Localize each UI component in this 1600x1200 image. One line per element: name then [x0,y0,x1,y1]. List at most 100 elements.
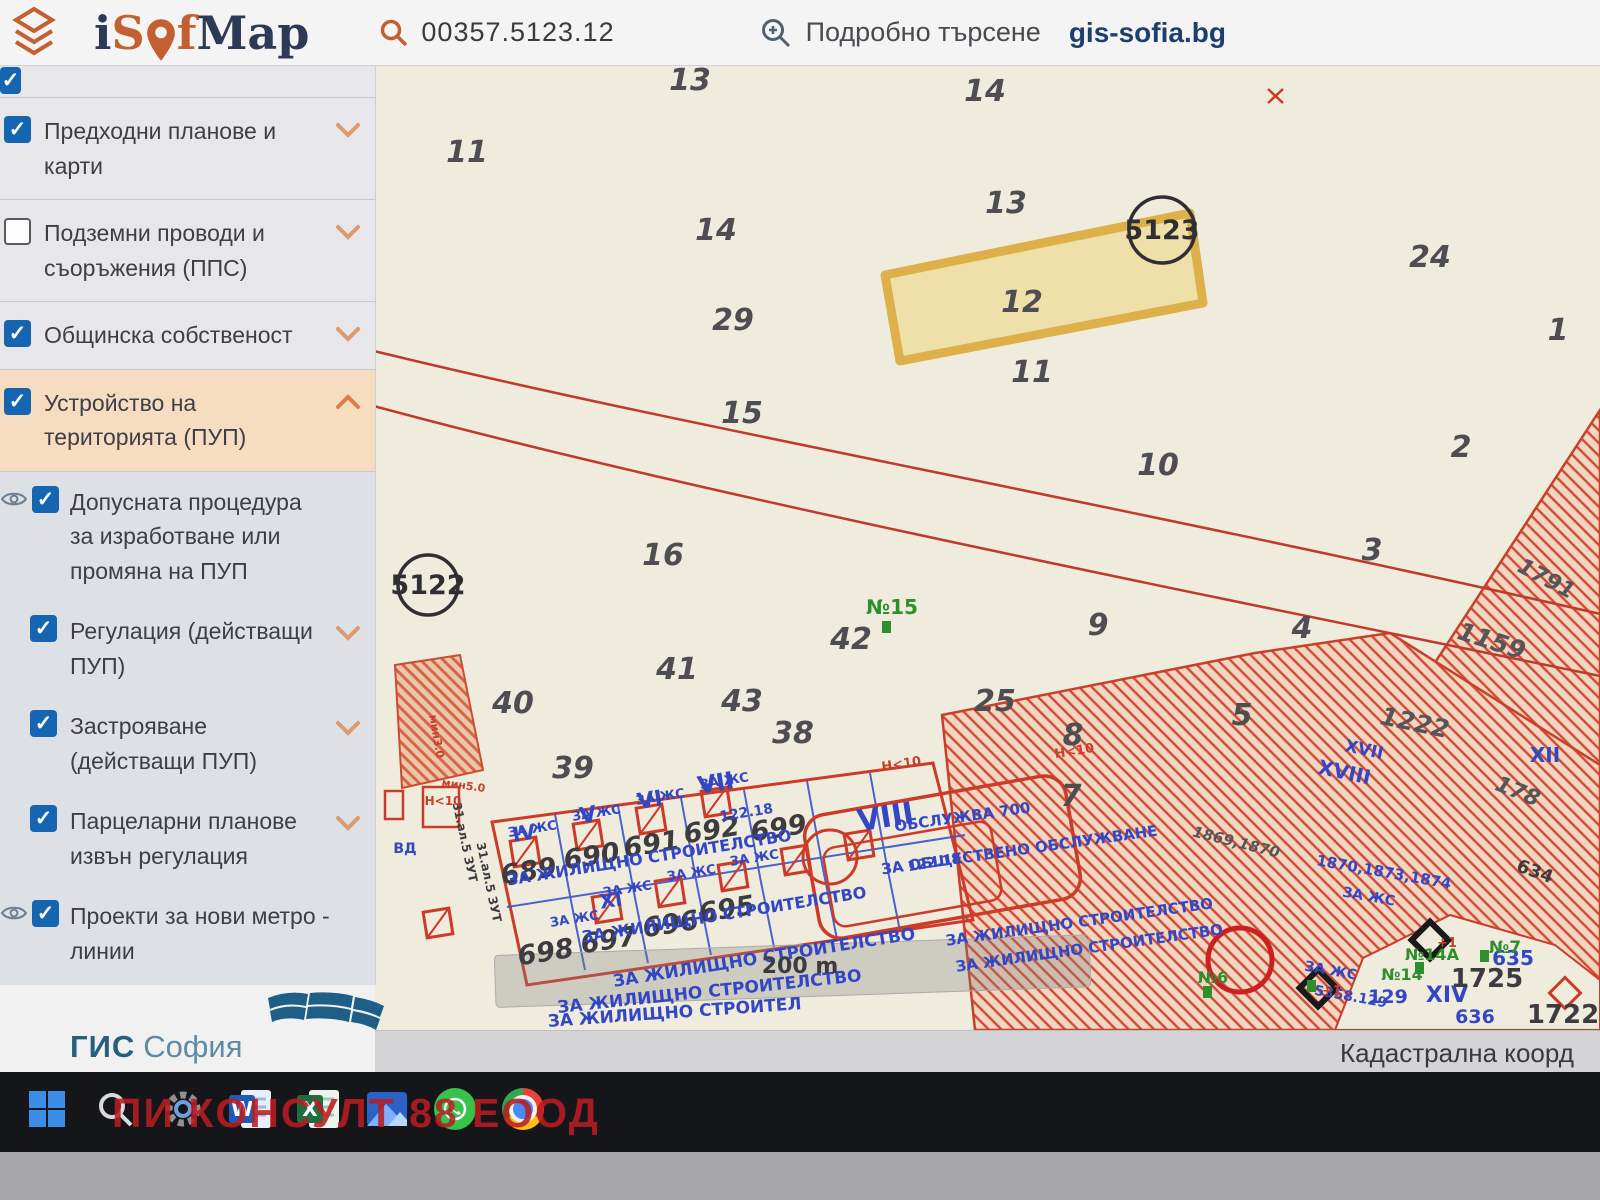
sidebar-item-label: Предходни планове и карти [44,114,331,183]
sidebar-item-label: Подземни проводи и съоръжения (ППС) [44,216,331,285]
restriction-label: +1 [1322,984,1342,999]
parcel-number: 15 [721,396,763,431]
parcel-number: 13 [669,65,711,98]
gis-sofia-flag-icon [258,990,388,1034]
parcel-number: 5 [1232,698,1253,733]
parcel-number: 43 [720,684,763,719]
roman-numeral-label: XII [1530,743,1560,767]
checkbox-checked[interactable]: ✓ [30,615,57,642]
app-logo[interactable]: iSfMap [94,10,309,56]
chevron-down-icon[interactable] [335,815,361,831]
checkbox-unchecked[interactable] [4,218,31,245]
statusbar: Кадастрална коорд [375,1030,1600,1073]
zoning-text: 129 [1368,986,1408,1008]
chevron-down-icon[interactable] [335,625,361,641]
sidebar-item-label: Общинска собственост [44,318,331,353]
parcel-number: 2 [1451,430,1472,465]
gis-label-light: София [143,1029,242,1064]
sidebar-item-0[interactable]: ✓ Предходни планове и карти [0,98,375,200]
layers-icon[interactable] [12,7,56,59]
chevron-down-icon[interactable] [335,326,361,342]
parcel-number: 14 [695,213,737,248]
parcel-number: 38 [772,716,814,751]
layers-sidebar: ✓ ✓ Предходни планове и карти Подземни про… [0,65,376,985]
parcel-number: 11 [446,135,488,170]
gis-label-bold: ГИС [70,1029,135,1064]
detailed-search-label: Подробно търсене [806,17,1041,48]
checkbox-checked[interactable]: ✓ [0,67,21,94]
search-field[interactable]: 00357.5123.12 [379,17,614,48]
checkbox-checked[interactable]: ✓ [4,116,31,143]
address-number-label: №14 [1381,965,1423,984]
map-dark-label: 1725 [1451,964,1523,994]
taskbar-icon-start[interactable] [24,1086,70,1132]
logo-part-f: f [177,10,197,56]
sidebar-item-8[interactable]: ✓Проекти за нови метро - линии [0,886,375,981]
parcel-number: 10 [1137,448,1179,483]
search-input[interactable]: 00357.5123.12 [421,17,614,48]
address-number-label: №6 [1198,968,1228,987]
sidebar-item-label: Регулация (действащи ПУП) [44,614,331,683]
sidebar-sub-group: ✓Допусната процедура за изработване или … [0,472,375,986]
map-pin-icon [146,18,176,62]
search-icon [379,18,409,48]
parcel-number: 1 [1548,313,1569,348]
map-dark-label: 200 m [762,954,839,979]
screen-bezel [0,1152,1600,1200]
restriction-label: Н<10 [881,754,923,775]
sidebar-item-6[interactable]: ✓Застрояване (действащи ПУП) [0,696,375,791]
eye-icon[interactable] [1,490,27,508]
sidebar-item-4[interactable]: ✓Допусната процедура за изработване или … [0,472,375,602]
parcel-number: 42 [829,622,872,657]
chevron-up-icon[interactable] [335,394,361,410]
parcel-number: 13 [985,186,1027,221]
parcel-number: 14 [964,74,1006,109]
chevron-down-icon[interactable] [335,720,361,736]
checkbox-checked[interactable]: ✓ [32,486,59,513]
green-marker [1203,986,1212,998]
cadastre-id-label: 5123 [1124,215,1199,246]
logo-part-i: i [94,10,111,56]
map-marker-cross [1268,89,1283,103]
checkbox-checked[interactable]: ✓ [30,805,57,832]
site-link[interactable]: gis-sofia.bg [1069,17,1226,49]
sidebar-item-label: Допусната процедура за изработване или п… [44,485,331,589]
cadastral-map[interactable]: 51235122 1314111413291211151610239442414… [375,65,1600,1030]
sidebar-item-label: Застрояване (действащи ПУП) [44,709,331,778]
map-dark-label: 1722 [1527,1000,1599,1030]
gis-sofia-logo-area: ГИССофия [0,985,375,1072]
windows-taskbar: WX ПИ КОНСУЛТ 88 ЕООД [0,1072,1600,1152]
sidebar-item-5[interactable]: ✓Регулация (действащи ПУП) [0,601,375,696]
status-text: Кадастрална коорд [1340,1038,1574,1069]
eye-icon[interactable] [1,904,27,922]
zoning-text: ЗА ЖС [602,878,653,901]
chevron-down-icon[interactable] [335,122,361,138]
app-header: iSfMap 00357.5123.12 Подробно търсене gi… [0,0,1600,66]
chevron-down-icon[interactable] [335,224,361,240]
sidebar-clipped-row: ✓ [0,65,375,98]
zoning-text: 636 [1455,1006,1495,1028]
sidebar-item-label: Парцеларни планове извън регулация [44,804,331,873]
road-lines [375,350,1600,677]
parcel-number: 24 [1409,240,1451,275]
parcel-number: 7 [1061,779,1082,814]
address-number-label: №15 [866,595,918,619]
checkbox-checked[interactable]: ✓ [30,710,57,737]
gis-sofia-label: ГИССофия [70,1029,243,1065]
checkbox-checked[interactable]: ✓ [4,320,31,347]
sidebar-item-label: Устройство на територията (ПУП) [44,386,331,455]
sidebar-item-3[interactable]: ✓ Устройство на територията (ПУП) [0,370,375,472]
detailed-search-button[interactable]: Подробно търсене [760,17,1041,49]
parcel-number: 4 [1291,611,1313,646]
restriction-label: +1 [1437,936,1457,951]
sidebar-item-2[interactable]: ✓ Общинска собственост [0,302,375,370]
building-spot [423,908,453,938]
parcel-number: 29 [712,303,754,338]
sidebar-item-1[interactable]: Подземни проводи и съоръжения (ППС) [0,200,375,302]
sidebar-item-label: Проекти за нови метро - линии [44,899,331,968]
checkbox-checked[interactable]: ✓ [4,388,31,415]
sidebar-item-7[interactable]: ✓Парцеларни планове извън регулация [0,791,375,886]
watermark-text: ПИ КОНСУЛТ 88 ЕООД [112,1090,600,1137]
checkbox-checked[interactable]: ✓ [32,900,59,927]
parcel-number: 40 [491,686,534,721]
